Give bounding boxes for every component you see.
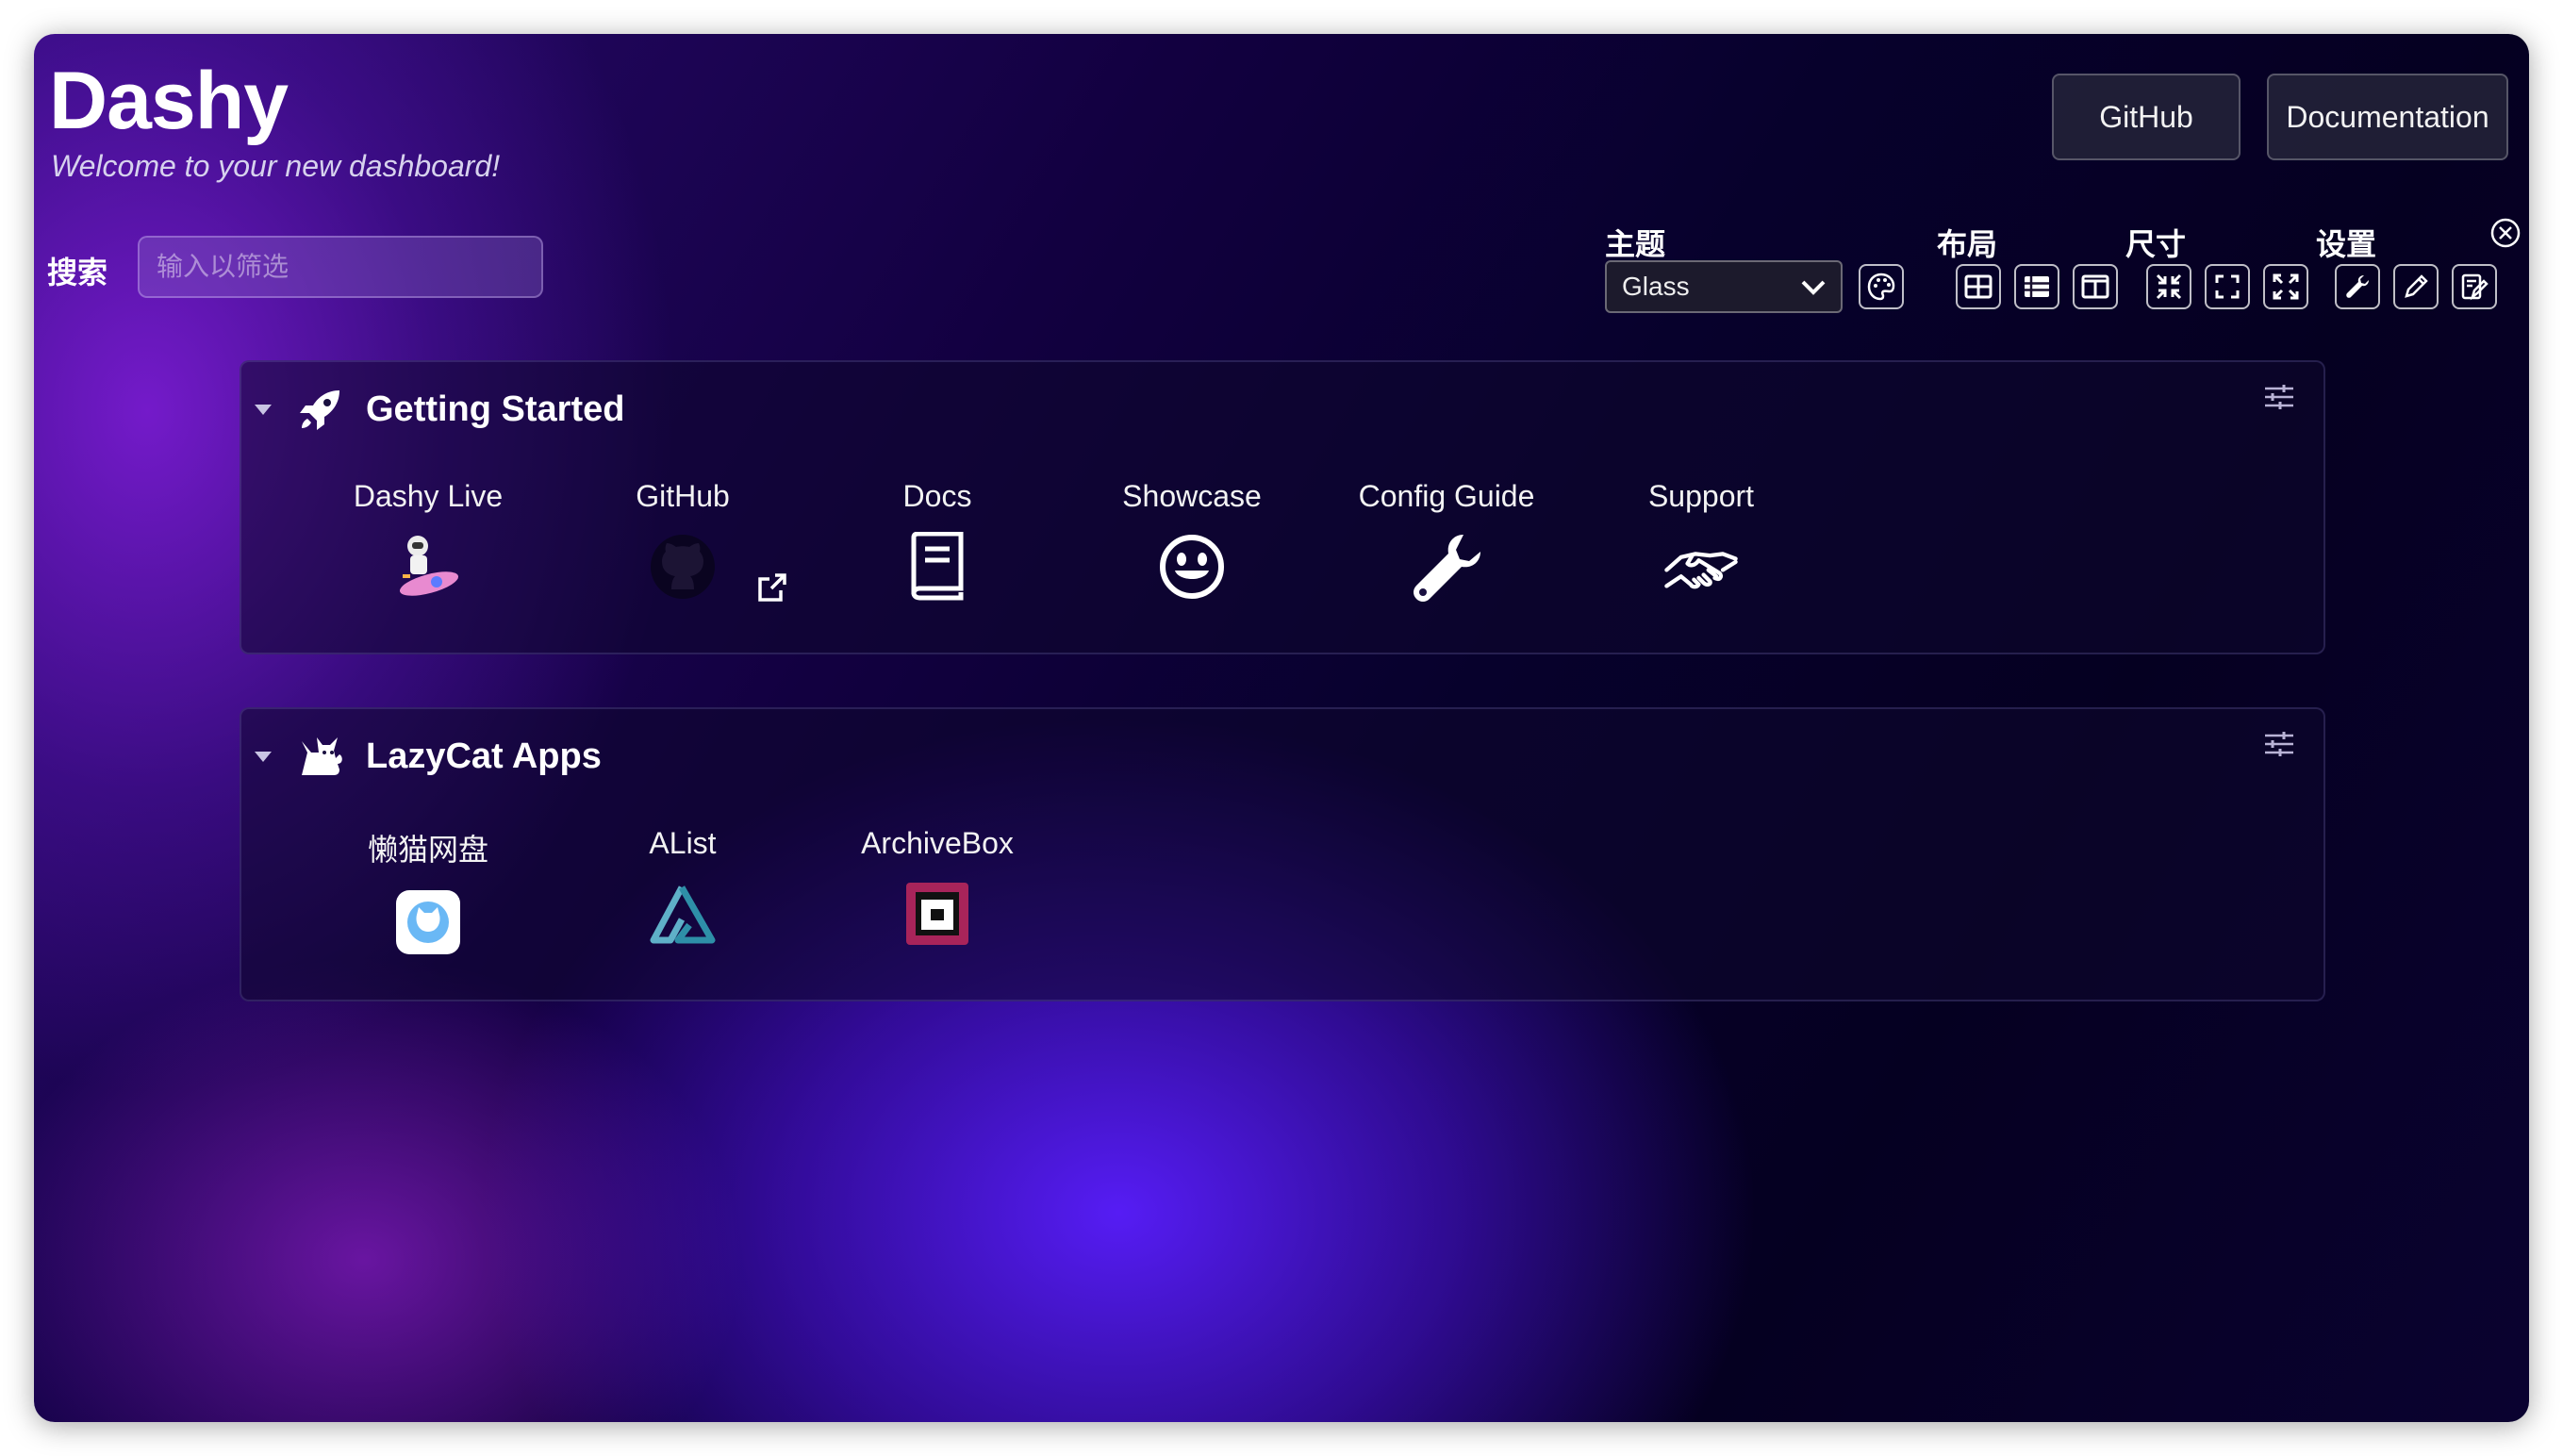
wrench-icon <box>2346 275 2369 298</box>
compress-icon <box>2156 273 2182 300</box>
page-subtitle: Welcome to your new dashboard! <box>51 149 501 183</box>
grid-layout-icon <box>1964 274 1993 299</box>
columns-layout-icon <box>2081 274 2109 299</box>
section-title: Getting Started <box>366 389 625 429</box>
config-wrench-button[interactable] <box>2335 264 2380 309</box>
edit-mode-button[interactable] <box>2393 264 2439 309</box>
lazycat-drive-icon <box>390 885 466 960</box>
section-getting-started: Getting Started Dashy Live GitHub Docs S… <box>240 360 2325 654</box>
theme-select[interactable]: Glass <box>1605 260 1843 313</box>
documentation-nav-button[interactable]: Documentation <box>2267 74 2508 160</box>
page-title: Dashy <box>49 56 289 146</box>
size-medium-button[interactable] <box>2205 264 2250 309</box>
collapse-caret-icon[interactable] <box>255 751 272 762</box>
item-showcase[interactable]: Showcase <box>1069 479 1315 604</box>
book-icon <box>900 529 975 604</box>
section-header[interactable]: LazyCat Apps <box>255 730 602 783</box>
alist-icon <box>645 876 720 951</box>
github-nav-button[interactable]: GitHub <box>2052 74 2241 160</box>
astronaut-rocket-icon <box>390 529 466 604</box>
item-label: 懒猫网盘 <box>367 833 488 867</box>
collapse-caret-icon[interactable] <box>255 404 272 415</box>
chevron-down-icon <box>1801 280 1826 295</box>
expand-icon <box>2273 273 2299 300</box>
item-label: ArchiveBox <box>861 826 1014 860</box>
item-lazycat-drive[interactable]: 懒猫网盘 <box>306 826 551 960</box>
item-label: Showcase <box>1122 479 1262 513</box>
item-label: Config Guide <box>1358 479 1535 513</box>
wrench-icon <box>1409 529 1484 604</box>
smile-icon <box>1154 529 1230 604</box>
list-layout-icon <box>2025 276 2049 297</box>
external-link-icon <box>756 571 788 608</box>
archivebox-icon <box>900 876 975 951</box>
item-dashy-live[interactable]: Dashy Live <box>306 479 551 604</box>
edit-document-icon <box>2461 273 2489 301</box>
item-label: Dashy Live <box>353 479 504 513</box>
cat-icon <box>302 737 342 775</box>
palette-button[interactable] <box>1859 264 1904 309</box>
item-alist[interactable]: AList <box>560 826 805 951</box>
size-small-button[interactable] <box>2146 264 2191 309</box>
item-label: Docs <box>902 479 972 513</box>
section-header[interactable]: Getting Started <box>255 383 624 436</box>
handshake-icon <box>1663 529 1739 604</box>
item-docs[interactable]: Docs <box>815 479 1060 604</box>
section-lazycat-apps: LazyCat Apps 懒猫网盘 AList ArchiveBox <box>240 707 2325 1001</box>
item-config-guide[interactable]: Config Guide <box>1324 479 1569 604</box>
item-archivebox[interactable]: ArchiveBox <box>815 826 1060 951</box>
update-config-button[interactable] <box>2452 264 2497 309</box>
section-options-icon[interactable] <box>2263 383 2295 416</box>
theme-label: 主题 <box>1605 227 1666 261</box>
layout-horizontal-button[interactable] <box>2073 264 2118 309</box>
close-controls-icon[interactable] <box>2489 217 2522 254</box>
palette-icon <box>1867 273 1895 301</box>
section-options-icon[interactable] <box>2263 730 2295 763</box>
search-input[interactable] <box>138 236 543 298</box>
pencil-icon <box>2405 274 2428 298</box>
layout-vertical-button[interactable] <box>2014 264 2059 309</box>
github-icon <box>645 529 720 604</box>
item-support[interactable]: Support <box>1579 479 1824 604</box>
item-label: GitHub <box>636 479 730 513</box>
section-title: LazyCat Apps <box>366 736 602 776</box>
layout-auto-button[interactable] <box>1956 264 2001 309</box>
item-label: Support <box>1647 479 1755 513</box>
settings-label: 设置 <box>2316 227 2377 261</box>
size-large-button[interactable] <box>2263 264 2308 309</box>
rocket-icon <box>300 390 339 430</box>
dashy-window: Dashy Welcome to your new dashboard! Git… <box>34 34 2529 1422</box>
item-label: AList <box>649 826 717 860</box>
layout-label: 布局 <box>1937 227 1998 261</box>
square-frame-icon <box>2215 274 2240 299</box>
search-label: 搜索 <box>47 256 108 290</box>
size-label: 尺寸 <box>2125 227 2187 261</box>
theme-select-value: Glass <box>1622 272 1690 301</box>
